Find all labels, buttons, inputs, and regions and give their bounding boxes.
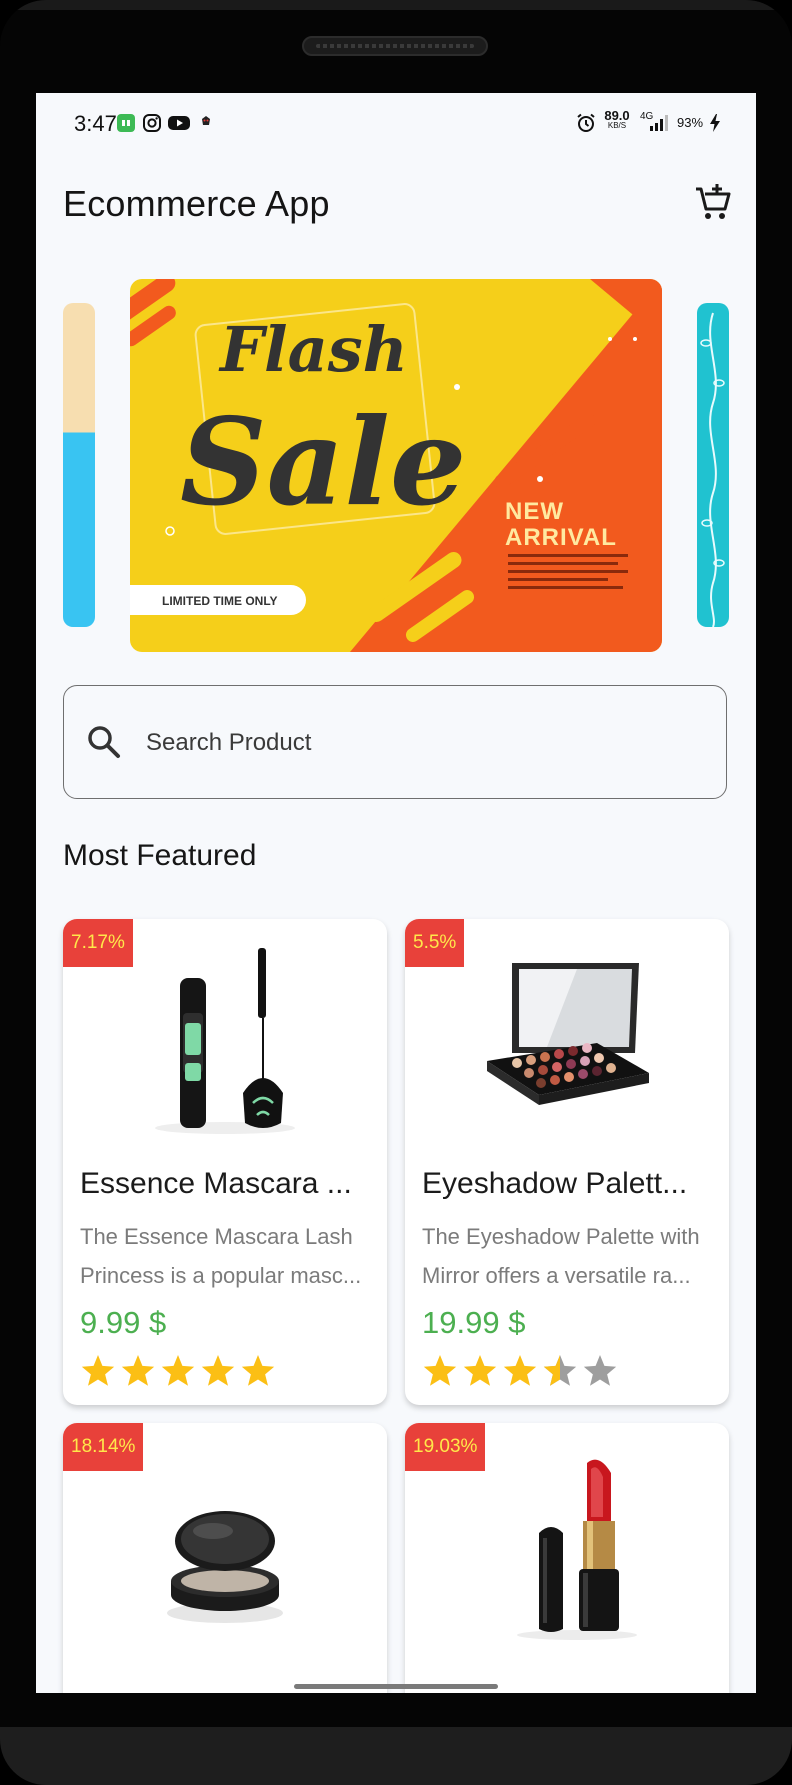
signal-icon <box>650 115 668 131</box>
star-icon <box>503 1355 537 1386</box>
product-card[interactable]: 7.17% Essence Mascara ... The Essence Ma… <box>63 919 387 1405</box>
banner-headline-2: Sale <box>180 392 466 533</box>
youtube-icon <box>168 116 190 130</box>
mascara-image <box>155 948 295 1134</box>
banner-tag-2: ARRIVAL <box>505 524 617 551</box>
product-card[interactable]: 19.03% <box>405 1423 729 1693</box>
alarm-icon <box>577 113 595 132</box>
discount-badge: 7.17% <box>63 919 133 967</box>
banner-pill: LIMITED TIME ONLY <box>162 594 278 608</box>
phone-frame: 3:47 89.0 KB/S 4G 93% Ecommerce App Flas… <box>0 0 792 1785</box>
star-icon <box>201 1355 235 1386</box>
banner-tag-1: NEW <box>505 498 564 525</box>
product-price: 9.99 $ <box>80 1305 167 1340</box>
home-indicator[interactable] <box>294 1684 498 1689</box>
star-icon <box>543 1355 577 1386</box>
lipstick-image <box>517 1459 637 1640</box>
star-icon <box>241 1355 275 1386</box>
banner-graphic: Flash Sale NEW ARRIVAL LIMITED TIME ONLY <box>130 279 662 652</box>
cart-button[interactable] <box>693 182 733 222</box>
cart-add-icon <box>696 184 731 219</box>
net-speed-value: 89.0 <box>604 108 630 123</box>
product-description: The Eyeshadow Palette with Mirror offers… <box>422 1217 718 1295</box>
star-icon <box>463 1355 497 1386</box>
product-title: Essence Mascara ... <box>80 1167 352 1200</box>
earpiece-speaker <box>302 36 488 56</box>
product-description-line-2: Mirror offers a versatile ra... <box>422 1263 691 1288</box>
product-description-line-1: The Eyeshadow Palette with <box>422 1224 700 1249</box>
star-icon <box>583 1355 617 1386</box>
banner-headline-1: Flash <box>218 313 408 386</box>
vine-pattern <box>700 312 725 627</box>
app-title: Ecommerce App <box>63 183 330 224</box>
app-icon <box>117 114 135 132</box>
search-input[interactable] <box>144 722 688 764</box>
powder-compact-image <box>167 1511 283 1623</box>
flash-sale-banner[interactable]: Flash Sale NEW ARRIVAL LIMITED TIME ONLY <box>130 279 662 652</box>
star-icon <box>121 1355 155 1386</box>
product-card[interactable]: 5.5% Eyeshadow Palett... The Eyeshadow P… <box>405 919 729 1405</box>
product-title: Eyeshadow Palett... <box>422 1167 688 1200</box>
star-icon <box>81 1355 115 1386</box>
instagram-icon <box>143 114 161 132</box>
charging-icon <box>710 114 720 132</box>
carousel-prev-slide[interactable] <box>63 303 95 627</box>
status-bar: 3:47 89.0 KB/S 4G 93% <box>36 93 756 157</box>
star-icon <box>423 1355 457 1386</box>
eyeshadow-palette-image <box>487 963 649 1105</box>
net-speed: 89.0 KB/S <box>602 108 632 131</box>
search-icon <box>88 726 120 758</box>
battery-percent: 93% <box>677 115 704 130</box>
product-price: 19.99 $ <box>422 1305 526 1340</box>
phone-top-edge <box>0 0 792 10</box>
phone-bottom-bezel <box>0 1727 792 1785</box>
search-bar[interactable] <box>63 685 727 799</box>
section-title: Most Featured <box>63 839 257 872</box>
product-card[interactable]: 18.14% <box>63 1423 387 1693</box>
product-description-line-1: The Essence Mascara Lash <box>80 1224 353 1249</box>
rating-stars <box>81 1355 275 1386</box>
star-icon <box>161 1355 195 1386</box>
carousel-next-slide[interactable] <box>697 303 729 627</box>
app-screen: 3:47 89.0 KB/S 4G 93% Ecommerce App Flas… <box>36 93 756 1693</box>
notification-icon <box>202 116 210 125</box>
status-time: 3:47 <box>74 111 117 136</box>
rating-stars <box>423 1355 617 1386</box>
discount-badge: 5.5% <box>405 919 465 967</box>
product-description-line-2: Princess is a popular masc... <box>80 1263 362 1288</box>
product-description: The Essence Mascara Lash Princess is a p… <box>80 1217 376 1295</box>
